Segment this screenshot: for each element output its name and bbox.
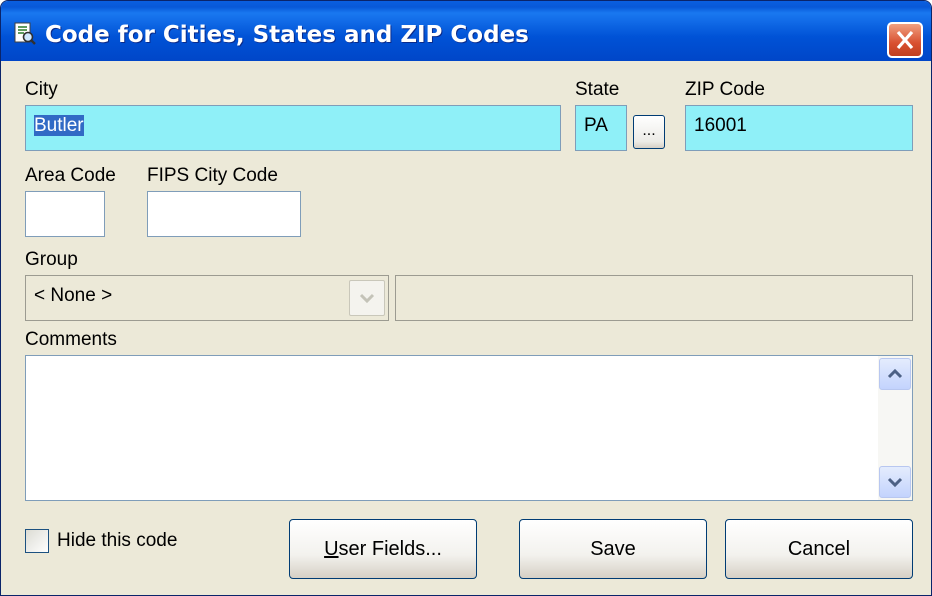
user-fields-button[interactable]: User Fields...	[289, 519, 477, 579]
hide-code-checkbox[interactable]	[25, 529, 49, 553]
chevron-down-icon	[359, 293, 375, 304]
comments-textarea[interactable]	[25, 355, 913, 501]
close-button[interactable]	[887, 22, 923, 58]
group-select[interactable]: < None >	[25, 275, 389, 321]
document-search-icon	[14, 22, 36, 45]
scroll-down-button[interactable]	[879, 466, 911, 498]
group-detail-field	[395, 275, 913, 321]
zip-label: ZIP Code	[685, 79, 765, 100]
window-title: Code for Cities, States and ZIP Codes	[45, 22, 529, 48]
city-input[interactable]: Butler	[25, 105, 561, 151]
chevron-up-icon	[887, 368, 903, 379]
fips-input[interactable]	[147, 191, 301, 237]
city-label: City	[25, 79, 58, 100]
state-picker-button[interactable]: ...	[633, 115, 665, 149]
area-code-label: Area Code	[25, 165, 116, 186]
comments-label: Comments	[25, 329, 117, 350]
state-input[interactable]: PA	[575, 105, 627, 151]
group-dropdown-button[interactable]	[349, 280, 385, 316]
fips-label: FIPS City Code	[147, 165, 278, 186]
user-fields-accelerator: U	[324, 538, 339, 560]
cancel-button[interactable]: Cancel	[725, 519, 913, 579]
close-icon	[896, 30, 914, 50]
zip-input[interactable]: 16001	[685, 105, 913, 151]
city-value: Butler	[34, 115, 84, 136]
comments-scrollbar[interactable]	[878, 356, 912, 500]
group-selected-value: < None >	[34, 285, 113, 306]
area-code-input[interactable]	[25, 191, 105, 237]
dialog-window: Code for Cities, States and ZIP Codes Ci…	[0, 0, 932, 596]
title-bar[interactable]: Code for Cities, States and ZIP Codes	[1, 1, 931, 61]
dialog-body: City Butler State PA ... ZIP Code 16001 …	[7, 63, 925, 591]
chevron-down-icon	[887, 477, 903, 488]
hide-code-label: Hide this code	[57, 530, 178, 551]
user-fields-label: ser Fields...	[338, 538, 442, 560]
scroll-up-button[interactable]	[879, 358, 911, 390]
save-button[interactable]: Save	[519, 519, 707, 579]
group-label: Group	[25, 249, 78, 270]
state-label: State	[575, 79, 620, 100]
